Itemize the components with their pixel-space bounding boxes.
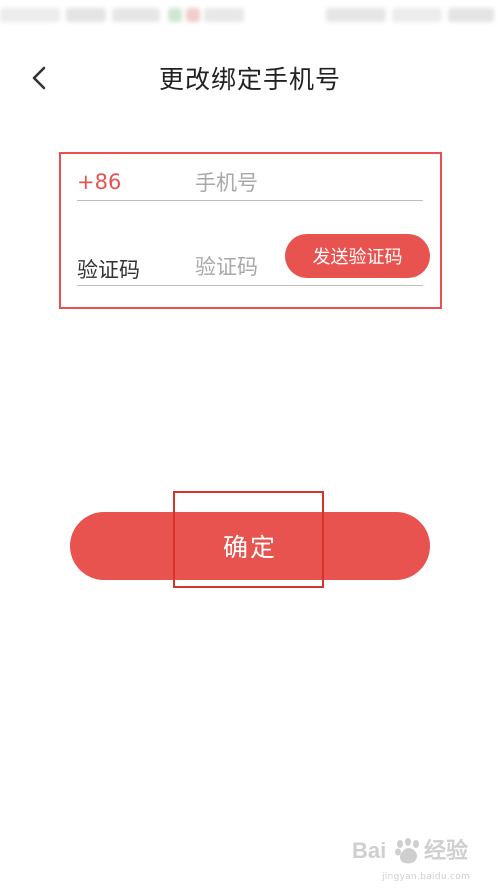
watermark-url: jingyan.baidu.com (382, 872, 471, 882)
status-bar-blur (186, 8, 200, 22)
status-bar-blur (0, 8, 60, 22)
change-phone-page: 更改绑定手机号 +86 验证码 发送验证码 确定 Bai 经验 jingyan.… (0, 0, 500, 889)
code-input[interactable] (195, 252, 285, 282)
status-bar-blur (448, 8, 494, 22)
status-bar-blur (112, 8, 160, 22)
status-bar-blur (326, 8, 386, 22)
code-divider (77, 285, 423, 286)
svg-text:Bai: Bai (352, 838, 386, 863)
country-code[interactable]: +86 (77, 170, 121, 194)
baidu-jingyan-watermark: Bai 经验 jingyan.baidu.com (352, 832, 492, 884)
code-label: 验证码 (77, 258, 140, 282)
phone-input[interactable] (195, 168, 415, 198)
phone-divider (77, 200, 423, 201)
status-bar-blur (392, 8, 442, 22)
baidu-logo-icon: Bai 经验 (352, 838, 468, 864)
status-bar-blur (204, 8, 244, 22)
confirm-button[interactable]: 确定 (70, 512, 430, 580)
status-bar (0, 0, 500, 34)
page-title: 更改绑定手机号 (158, 65, 341, 94)
svg-text:经验: 经验 (424, 838, 468, 863)
status-bar-blur (168, 8, 182, 22)
status-bar-blur (66, 8, 106, 22)
send-code-button[interactable]: 发送验证码 (285, 234, 430, 278)
